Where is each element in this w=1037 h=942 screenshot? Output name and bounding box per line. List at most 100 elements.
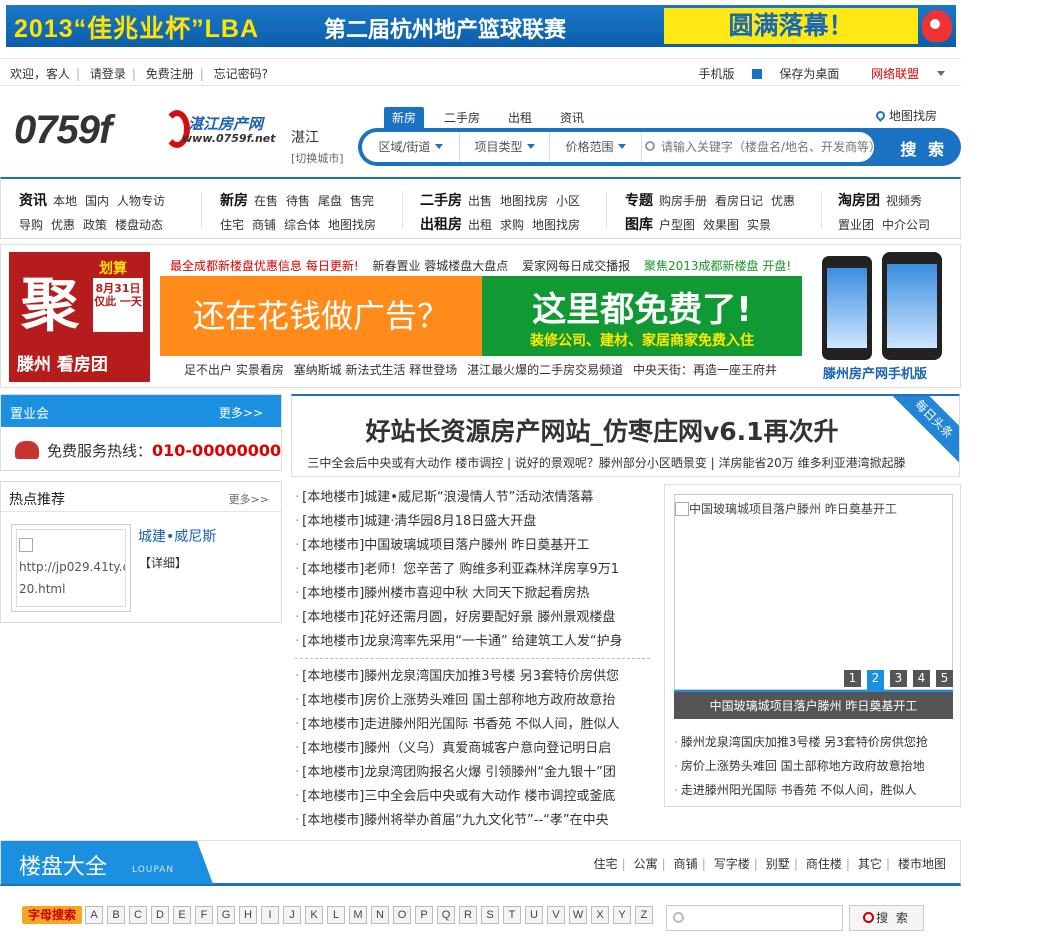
map-find-link[interactable]: 地图找房 [874,107,937,124]
letter-button-v[interactable]: V [547,906,566,924]
nav-item[interactable]: 地图找房 [500,194,548,208]
nav-item[interactable]: 住宅 [220,218,244,232]
headline-title[interactable]: 好站长资源房产网站_仿枣庄网v6.1再次升 [292,412,912,448]
slide-list-item[interactable]: 走进滕州阳光国际 书香苑 不似人间，胜似人 [674,781,917,798]
slide-list-item[interactable]: 滕州龙泉湾国庆加推3号楼 另3套特价房供您抢 [674,733,928,750]
headline-sub[interactable]: 三中全会后中央或有大动作 楼市调控 | 说好的景观呢？滕州部分小区晒景变 | 洋… [292,454,921,471]
ad-headline-link[interactable]: 聚焦2013成都新楼盘 开盘! [644,259,791,273]
nav-item[interactable]: 地图找房 [532,218,580,232]
nav-item[interactable]: 求购 [500,218,524,232]
letter-button-k[interactable]: K [305,906,324,924]
letter-button-i[interactable]: I [261,906,280,924]
nav-item[interactable]: 出租 [468,218,492,232]
nav-item[interactable]: 尾盘 [318,194,342,208]
ad-headline-link[interactable]: 爱家网每日成交播报 [522,259,630,273]
nav-item[interactable]: 优惠 [51,218,75,232]
network-alliance-dropdown[interactable]: 网络联盟 [857,67,945,81]
search-input[interactable] [645,132,873,162]
nav-item[interactable]: 视频秀 [886,194,922,208]
news-item[interactable]: [本地楼市]龙泉湾率先采用“一卡通” 给建筑工人发“护身 [295,630,657,649]
property-type-link[interactable]: 公寓 [634,857,658,871]
ad-link[interactable]: 足不出户 实景看房 [184,363,284,377]
letter-button-q[interactable]: Q [437,906,456,924]
ad-headline-link[interactable]: 新春置业 蓉城楼盘大盘点 [372,259,508,273]
nav-item[interactable]: 效果图 [703,218,739,232]
slide-page-button-active[interactable]: 2 [867,670,884,690]
news-item[interactable]: [本地楼市]三中全会后中央或有大动作 楼市调控或釜底 [295,785,657,804]
price-select[interactable]: 价格范围 [550,132,642,162]
news-item[interactable]: [本地楼市]滕州楼市喜迎中秋 大同天下掀起看房热 [295,582,657,601]
save-desktop-link[interactable]: 保存为桌面 [752,67,839,81]
letter-button-n[interactable]: N [371,906,390,924]
letter-button-d[interactable]: D [151,906,170,924]
tab-rent[interactable]: 出租 [500,107,540,129]
hot-more-link[interactable]: 更多>> [229,491,269,507]
nav-item[interactable]: 人物专访 [117,194,165,208]
letter-button-m[interactable]: M [349,906,368,924]
letter-button-x[interactable]: X [591,906,610,924]
forgot-password-link[interactable]: 忘记密码? [214,67,268,81]
news-item[interactable]: [本地楼市]城建·清华园8月18日盛大开盘 [295,510,657,529]
ad-link[interactable]: 湛江最火爆的二手房交易频道 [467,363,623,377]
letter-button-l[interactable]: L [327,906,346,924]
letter-button-y[interactable]: Y [613,906,632,924]
mobile-app-ad[interactable]: 滕州房产网手机版 [812,252,953,382]
letter-button-f[interactable]: F [195,906,214,924]
letter-button-z[interactable]: Z [635,906,654,924]
site-logo[interactable]: 0759f 湛江房产网 www.0759f.net [14,108,284,158]
news-item[interactable]: [本地楼市]房价上涨势头难回 国土部称地方政府故意抬 [295,689,657,708]
top-banner-ad[interactable]: 2013“佳兆业杯”LBA 第二届杭州地产篮球联赛 圆满落幕！ [6,5,956,47]
hot-detail-link[interactable]: 【详细】 [139,554,187,571]
register-link[interactable]: 免费注册 [146,67,194,81]
slide-list-item[interactable]: 房价上涨势头难回 国土部称地方政府故意抬地 [674,757,925,774]
type-select[interactable]: 项目类型 [460,132,550,162]
nav-item[interactable]: 置业团 [838,218,874,232]
login-link[interactable]: 请登录 [90,67,126,81]
property-type-link[interactable]: 写字楼 [714,857,750,871]
letter-button-e[interactable]: E [173,906,192,924]
ad-link[interactable]: 中央天街：再造一座王府井 [633,363,777,377]
ad-headline-link[interactable]: 最全成都新楼盘优惠信息 每日更新! [170,259,359,273]
search-button[interactable]: 搜 索 [900,136,947,160]
hot-property-name[interactable]: 城建•威尼斯 [138,526,216,546]
switch-city-link[interactable]: [切换城市] [291,150,344,166]
nav-item[interactable]: 政策 [83,218,107,232]
letter-button-h[interactable]: H [239,906,258,924]
news-item[interactable]: [本地楼市]滕州（义乌）真爱商城客户意向登记明日启 [295,737,657,756]
property-type-link[interactable]: 楼市地图 [898,857,946,871]
area-select[interactable]: 区域/街道 [362,132,460,162]
nav-head-news[interactable]: 资讯 [19,193,47,209]
slide-caption[interactable]: 中国玻璃城项目落户滕州 昨日奠基开工 [674,690,953,719]
nav-item[interactable]: 楼盘动态 [115,218,163,232]
nav-item[interactable]: 导购 [19,218,43,232]
nav-item[interactable]: 小区 [556,194,580,208]
ad-link[interactable]: 塞纳斯城 新法式生活 释世登场 [294,363,458,377]
nav-item[interactable]: 本地 [53,194,77,208]
slide-image[interactable]: 中国玻璃城项目落户滕州 昨日奠基开工 [674,494,953,690]
letter-button-j[interactable]: J [283,906,302,924]
letter-button-t[interactable]: T [503,906,522,924]
nav-head-gallery[interactable]: 图库 [625,217,653,233]
property-type-link[interactable]: 其它 [858,857,882,871]
property-type-link[interactable]: 住宅 [594,857,618,871]
mobile-version-link[interactable]: 手机版 [698,67,734,81]
nav-item[interactable]: 中介公司 [882,218,930,232]
nav-item[interactable]: 待售 [286,194,310,208]
news-item[interactable]: [本地楼市]龙泉湾团购报名火爆 引领滕州“金九银十”团 [295,761,657,780]
news-item[interactable]: [本地楼市]城建•威尼斯“浪漫情人节”活动浓情落幕 [295,486,657,505]
nav-head-topics[interactable]: 专题 [625,193,653,209]
nav-item[interactable]: 出售 [468,194,492,208]
property-type-link[interactable]: 商住楼 [806,857,842,871]
letter-button-c[interactable]: C [129,906,148,924]
news-item[interactable]: [本地楼市]走进滕州阳光国际 书香苑 不似人间，胜似人 [295,713,657,732]
letter-button-w[interactable]: W [569,906,588,924]
nav-head-second-hand[interactable]: 二手房 [420,193,462,209]
nav-item[interactable]: 综合体 [284,218,320,232]
slide-page-button[interactable]: 3 [890,670,907,687]
nav-head-rental[interactable]: 出租房 [420,217,462,233]
letter-button-u[interactable]: U [525,906,544,924]
nav-head-new-house[interactable]: 新房 [220,193,248,209]
news-item[interactable]: [本地楼市]滕州龙泉湾国庆加推3号楼 另3套特价房供您 [295,665,657,684]
nav-item[interactable]: 地图找房 [328,218,376,232]
property-type-link[interactable]: 商铺 [674,857,698,871]
